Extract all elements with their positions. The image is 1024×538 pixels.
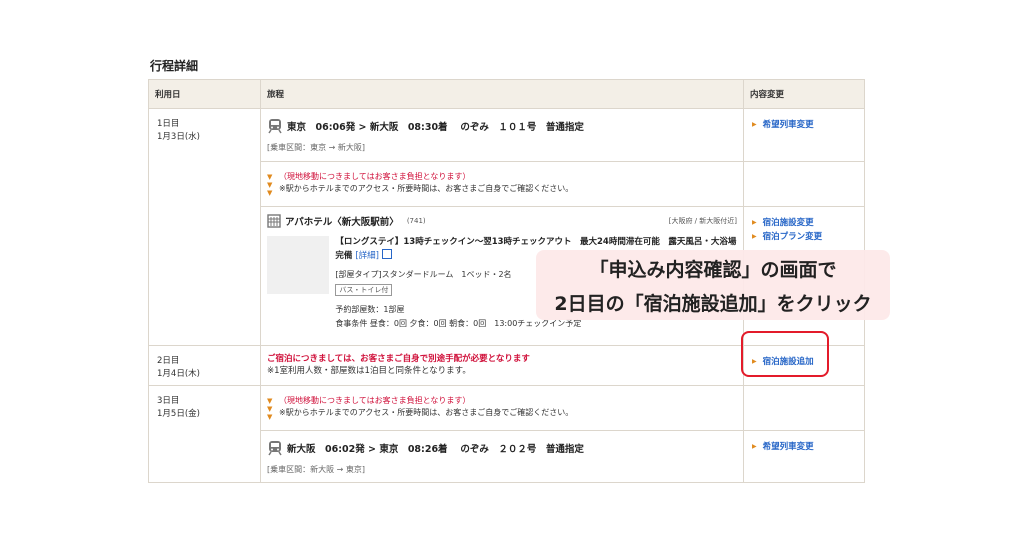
day1-notice-red: （現地移動につきましてはお客さま負担となります） bbox=[279, 172, 471, 181]
day3-train-route: [乗車区間：新大阪 → 東京] bbox=[267, 465, 366, 474]
header-date: 利用日 bbox=[148, 79, 261, 109]
highlight-box bbox=[741, 331, 829, 377]
day3-notice-cell: ▼ ▼ ▼ （現地移動につきましてはお客さま負担となります） ※駅からホテルまでのア… bbox=[260, 385, 744, 431]
header-change: 内容変更 bbox=[743, 79, 865, 109]
day2-date-cell: 2日目 1月4日(木) bbox=[148, 345, 261, 386]
day1-train-cell: 東京 06:06発 > 新大阪 08:30着 のぞみ １０１号 普通指定 [乗車… bbox=[260, 108, 744, 162]
instruction-callout: 「申込み内容確認」の画面で 2日目の「宿泊施設追加」をクリック bbox=[536, 250, 890, 320]
day1-label: 1日目 bbox=[157, 119, 180, 129]
header-trip: 旅程 bbox=[260, 79, 744, 109]
train-icon bbox=[268, 119, 282, 134]
day1-notice-empty bbox=[743, 161, 865, 207]
bath-badge: バス・トイレ付 bbox=[335, 284, 393, 296]
table-row: 3日目 1月5日(金) ▼ ▼ ▼ （現地移動につきましてはお客さま負担となります）… bbox=[148, 385, 865, 483]
day3-label: 3日目 bbox=[157, 396, 180, 406]
day3-notice-black: ※駅からホテルまでのアクセス・所要時間は、お客さまご自身でご確認ください。 bbox=[279, 408, 574, 417]
day2-note: ※1室利用人数・部屋数は1泊目と同条件となります。 bbox=[267, 366, 471, 376]
day1-train-change-cell: ▶ 希望列車変更 bbox=[743, 108, 865, 162]
hotel-change-link[interactable]: ▶ 宿泊施設変更 bbox=[752, 216, 864, 230]
triangle-down-icon: ▼ ▼ ▼ bbox=[267, 173, 273, 197]
day2-notice-cell: ご宿泊につきましては、お客さまご自身で別途手配が必要となります ※1室利用人数・… bbox=[260, 345, 744, 386]
link-label: 希望列車変更 bbox=[762, 442, 814, 452]
train-icon bbox=[268, 441, 282, 456]
day3-date-cell: 3日目 1月5日(金) bbox=[148, 385, 261, 483]
arrow-right-icon: ▶ bbox=[752, 443, 757, 450]
link-label: 希望列車変更 bbox=[762, 120, 814, 130]
arrow-right-icon: ▶ bbox=[752, 121, 757, 128]
hotel-thumbnail[interactable] bbox=[267, 236, 330, 294]
detail-link[interactable]: [詳細] bbox=[355, 251, 379, 261]
day1-notice-black: ※駅からホテルまでのアクセス・所要時間は、お客さまご自身でご確認ください。 bbox=[279, 184, 574, 193]
external-link-icon[interactable] bbox=[381, 249, 392, 259]
day2-date: 1月4日(木) bbox=[157, 369, 200, 379]
arrow-right-icon: ▶ bbox=[752, 233, 757, 240]
link-label: 宿泊プラン変更 bbox=[762, 232, 823, 242]
day1-train-route: [乗車区間：東京 → 新大阪] bbox=[267, 143, 366, 152]
section-title: 行程詳細 bbox=[150, 59, 199, 73]
table-header-row: 利用日 旅程 内容変更 bbox=[148, 79, 865, 109]
arrow-right-icon: ▶ bbox=[752, 219, 757, 226]
day1-train-text: 東京 06:06発 > 新大阪 08:30着 のぞみ １０１号 普通指定 bbox=[287, 122, 584, 133]
hotel-name[interactable]: アパホテル〈新大阪駅前〉 bbox=[285, 214, 399, 228]
plan-change-link[interactable]: ▶ 宿泊プラン変更 bbox=[752, 230, 864, 244]
day3-train-change-cell: ▶ 希望列車変更 bbox=[743, 430, 865, 483]
callout-line2: 2日目の「宿泊施設追加」をクリック bbox=[554, 292, 872, 315]
day3-notice-red: （現地移動につきましてはお客さま負担となります） bbox=[279, 396, 471, 405]
link-label: 宿泊施設変更 bbox=[762, 218, 814, 228]
hotel-code: (741) bbox=[406, 217, 426, 225]
day1-notice-cell: ▼ ▼ ▼ （現地移動につきましてはお客さま負担となります） ※駅からホテルまでのア… bbox=[260, 161, 744, 207]
triangle-down-icon: ▼ ▼ ▼ bbox=[267, 397, 273, 421]
day1-date: 1月3日(水) bbox=[157, 132, 200, 142]
building-icon bbox=[267, 214, 281, 228]
hotel-area: [大阪府 / 新大阪付近] bbox=[668, 217, 737, 225]
day1-train-change-link[interactable]: ▶ 希望列車変更 bbox=[752, 118, 864, 132]
day3-date: 1月5日(金) bbox=[157, 409, 200, 419]
table-row: 1日目 1月3日(水) 東京 06:06発 > 新大阪 08:30着 のぞみ １… bbox=[148, 108, 865, 346]
day3-train-change-link[interactable]: ▶ 希望列車変更 bbox=[752, 440, 864, 454]
day3-train-text: 新大阪 06:02発 > 東京 08:26着 のぞみ ２０２号 普通指定 bbox=[287, 444, 584, 455]
day3-notice-empty bbox=[743, 385, 865, 431]
day1-date-cell: 1日目 1月3日(水) bbox=[148, 108, 261, 346]
callout-line1: 「申込み内容確認」の画面で bbox=[589, 258, 837, 281]
day2-red-notice: ご宿泊につきましては、お客さまご自身で別途手配が必要となります bbox=[267, 354, 530, 364]
day3-train-cell: 新大阪 06:02発 > 東京 08:26着 のぞみ ２０２号 普通指定 [乗車… bbox=[260, 430, 744, 483]
day2-label: 2日目 bbox=[157, 356, 180, 366]
